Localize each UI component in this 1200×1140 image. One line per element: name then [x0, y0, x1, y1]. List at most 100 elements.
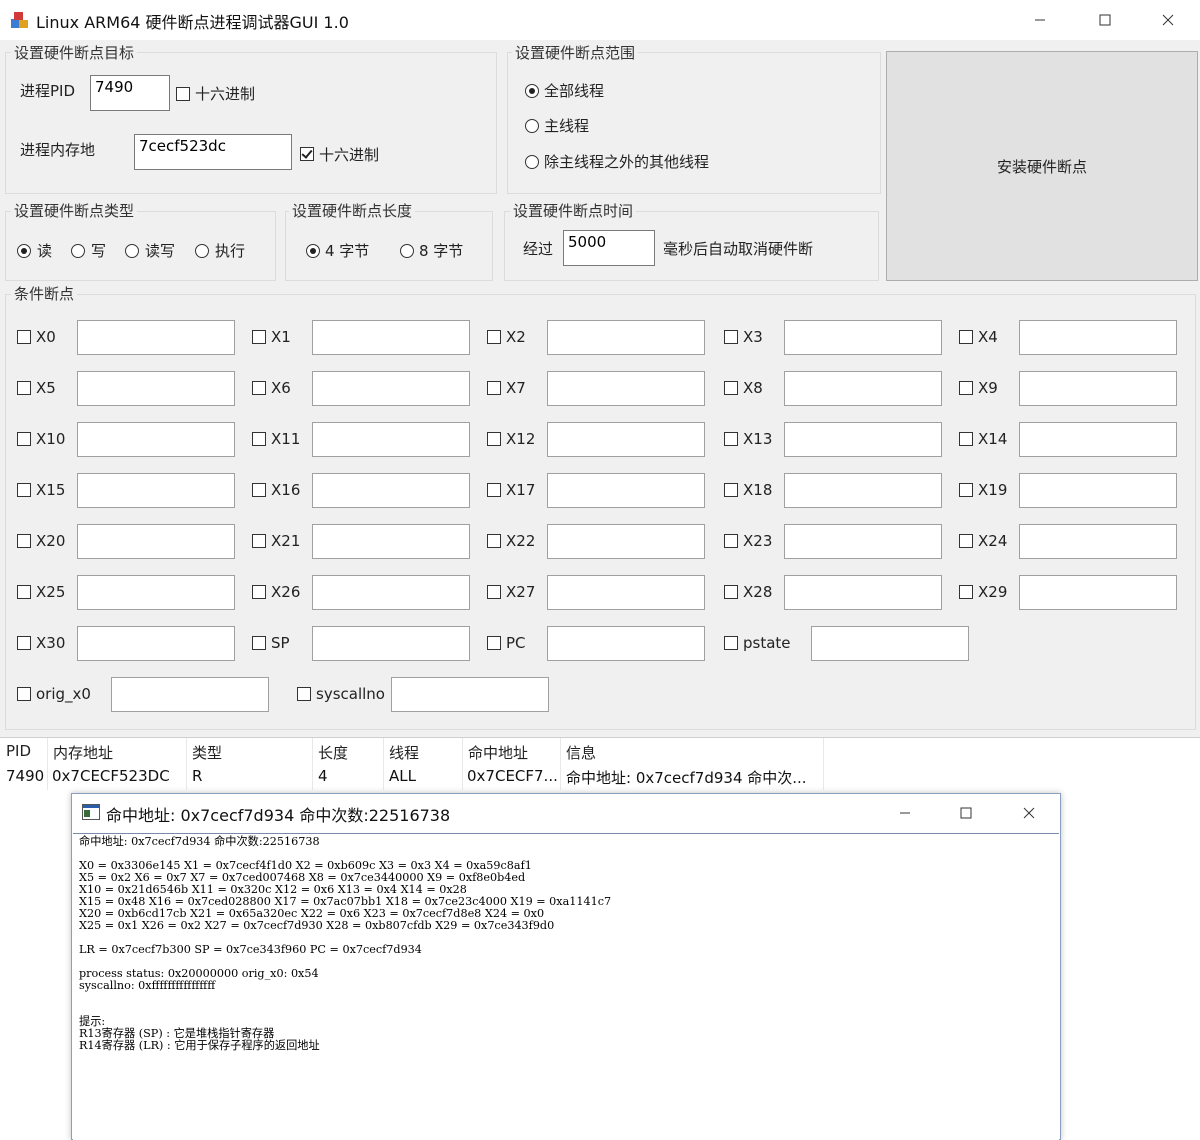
close-button[interactable] — [1145, 0, 1191, 40]
cond-x7-checkbox[interactable] — [487, 381, 501, 395]
cond-x17-input[interactable] — [547, 473, 705, 508]
cond-x11-checkbox[interactable] — [252, 432, 266, 446]
cond-x16-checkbox[interactable] — [252, 483, 266, 497]
cond-orig-x0-checkbox[interactable] — [17, 687, 31, 701]
cond-x4-input[interactable] — [1019, 320, 1177, 355]
hit-detail-console[interactable]: 命中地址: 0x7cecf7d934 命中次数:22516738 X0 = 0x… — [73, 833, 1059, 1140]
cond-x18-checkbox[interactable] — [724, 483, 738, 497]
cond-x12-checkbox[interactable] — [487, 432, 501, 446]
pid-input[interactable]: 7490 — [90, 75, 170, 111]
cond-x13-checkbox[interactable] — [724, 432, 738, 446]
cond-x21-checkbox[interactable] — [252, 534, 266, 548]
cond-x2-checkbox[interactable] — [487, 330, 501, 344]
cond-x25-checkbox[interactable] — [17, 585, 31, 599]
cond-pstate-checkbox[interactable] — [724, 636, 738, 650]
child-close-button[interactable] — [1006, 794, 1052, 832]
col-header-address[interactable]: 内存地址 — [53, 742, 113, 763]
scope-radio-main[interactable] — [525, 119, 539, 133]
cond-x15-input[interactable] — [77, 473, 235, 508]
cond-pstate-input[interactable] — [811, 626, 969, 661]
cond-x16-input[interactable] — [312, 473, 470, 508]
scope-radio-others[interactable] — [525, 155, 539, 169]
cond-x23-checkbox[interactable] — [724, 534, 738, 548]
cond-x3-input[interactable] — [784, 320, 942, 355]
cond-x5-checkbox[interactable] — [17, 381, 31, 395]
col-header-length[interactable]: 长度 — [318, 742, 348, 763]
cond-x11-input[interactable] — [312, 422, 470, 457]
cond-x30-checkbox[interactable] — [17, 636, 31, 650]
cond-sp-checkbox[interactable] — [252, 636, 266, 650]
cond-x17-checkbox[interactable] — [487, 483, 501, 497]
cond-syscallno-input[interactable] — [391, 677, 549, 712]
cond-x22-input[interactable] — [547, 524, 705, 559]
cond-sp-input[interactable] — [312, 626, 470, 661]
table-cell-type[interactable]: R — [192, 767, 310, 785]
cond-x10-checkbox[interactable] — [17, 432, 31, 446]
cond-x9-checkbox[interactable] — [959, 381, 973, 395]
cond-pc-checkbox[interactable] — [487, 636, 501, 650]
cond-x20-input[interactable] — [77, 524, 235, 559]
cond-x22-checkbox[interactable] — [487, 534, 501, 548]
table-cell-hit-address[interactable]: 0x7CECF7... — [467, 767, 559, 785]
length-radio-8[interactable] — [400, 244, 414, 258]
cond-x23-input[interactable] — [784, 524, 942, 559]
type-radio-read[interactable] — [17, 244, 31, 258]
cond-pc-input[interactable] — [547, 626, 705, 661]
cond-x1-input[interactable] — [312, 320, 470, 355]
cond-x8-input[interactable] — [784, 371, 942, 406]
cond-x29-input[interactable] — [1019, 575, 1177, 610]
cond-x14-input[interactable] — [1019, 422, 1177, 457]
maximize-button[interactable] — [1082, 0, 1128, 40]
cond-syscallno-checkbox[interactable] — [297, 687, 311, 701]
cond-x19-input[interactable] — [1019, 473, 1177, 508]
cond-x19-checkbox[interactable] — [959, 483, 973, 497]
cond-x9-input[interactable] — [1019, 371, 1177, 406]
cond-x2-input[interactable] — [547, 320, 705, 355]
cond-x30-input[interactable] — [77, 626, 235, 661]
cond-x24-input[interactable] — [1019, 524, 1177, 559]
cond-x28-checkbox[interactable] — [724, 585, 738, 599]
col-header-pid[interactable]: PID — [6, 742, 31, 760]
cond-x13-input[interactable] — [784, 422, 942, 457]
cond-x6-input[interactable] — [312, 371, 470, 406]
type-radio-write[interactable] — [71, 244, 85, 258]
cond-x15-checkbox[interactable] — [17, 483, 31, 497]
cond-x6-checkbox[interactable] — [252, 381, 266, 395]
col-header-info[interactable]: 信息 — [566, 742, 596, 763]
cond-x8-checkbox[interactable] — [724, 381, 738, 395]
cond-x5-input[interactable] — [77, 371, 235, 406]
table-cell-length[interactable]: 4 — [318, 767, 378, 785]
cond-x1-checkbox[interactable] — [252, 330, 266, 344]
cond-x26-input[interactable] — [312, 575, 470, 610]
cond-x24-checkbox[interactable] — [959, 534, 973, 548]
col-header-thread[interactable]: 线程 — [389, 742, 419, 763]
cond-x25-input[interactable] — [77, 575, 235, 610]
cond-x12-input[interactable] — [547, 422, 705, 457]
time-input[interactable]: 5000 — [563, 230, 655, 266]
cond-x14-checkbox[interactable] — [959, 432, 973, 446]
table-cell-info[interactable]: 命中地址: 0x7cecf7d934 命中次... — [566, 767, 821, 788]
cond-x26-checkbox[interactable] — [252, 585, 266, 599]
cond-orig-x0-input[interactable] — [111, 677, 269, 712]
cond-x10-input[interactable] — [77, 422, 235, 457]
scope-radio-all[interactable] — [525, 84, 539, 98]
col-header-type[interactable]: 类型 — [192, 742, 222, 763]
cond-x29-checkbox[interactable] — [959, 585, 973, 599]
table-cell-thread[interactable]: ALL — [389, 767, 459, 785]
col-header-hit-address[interactable]: 命中地址 — [468, 742, 528, 763]
length-radio-4[interactable] — [306, 244, 320, 258]
type-radio-execute[interactable] — [195, 244, 209, 258]
pid-hex-checkbox[interactable] — [176, 87, 190, 101]
child-minimize-button[interactable] — [882, 794, 928, 832]
cond-x27-checkbox[interactable] — [487, 585, 501, 599]
cond-x0-checkbox[interactable] — [17, 330, 31, 344]
table-cell-pid[interactable]: 7490 — [6, 767, 46, 785]
cond-x3-checkbox[interactable] — [724, 330, 738, 344]
minimize-button[interactable] — [1017, 0, 1063, 40]
cond-x21-input[interactable] — [312, 524, 470, 559]
address-hex-checkbox[interactable] — [300, 147, 314, 161]
cond-x4-checkbox[interactable] — [959, 330, 973, 344]
cond-x0-input[interactable] — [77, 320, 235, 355]
install-breakpoint-button[interactable]: 安装硬件断点 — [886, 51, 1198, 281]
type-radio-readwrite[interactable] — [125, 244, 139, 258]
